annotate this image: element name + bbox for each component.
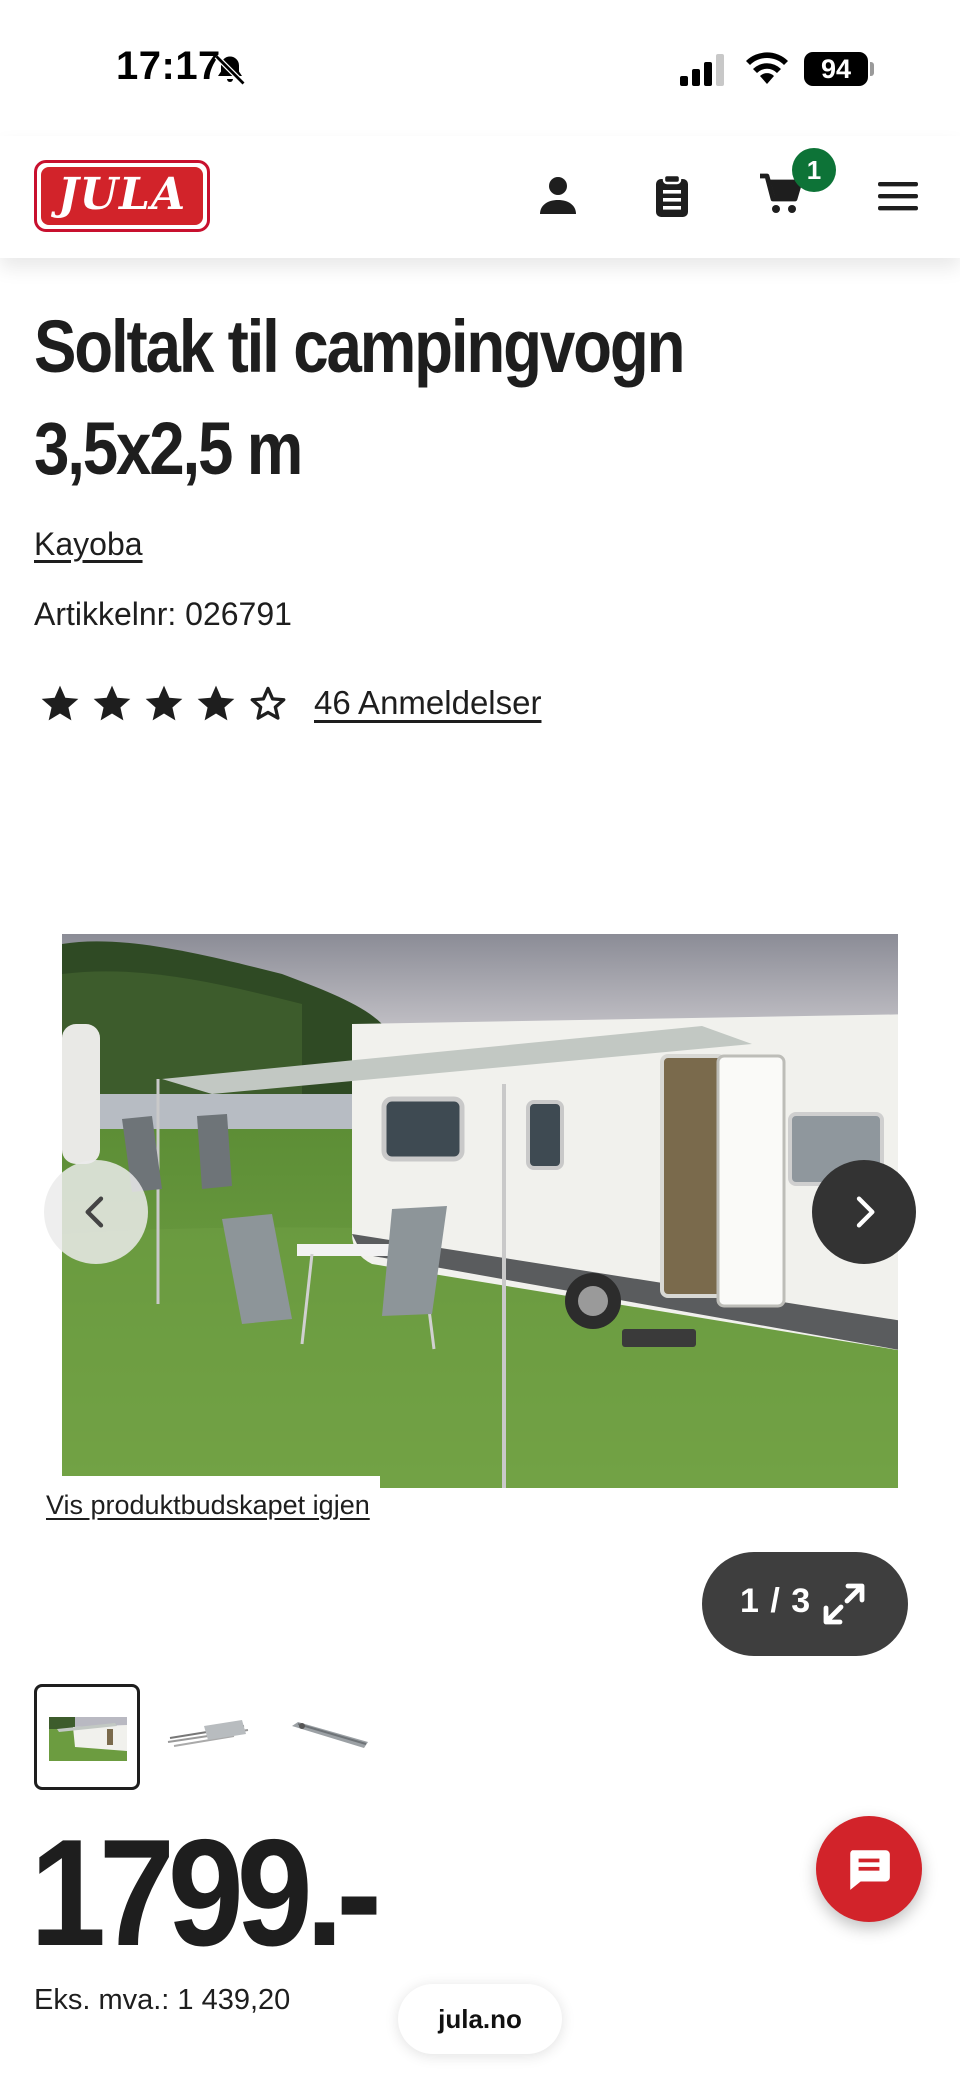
status-time: 17:17 [116,44,221,88]
star-filled-icon [145,685,183,721]
price-ex-vat: Eks. mva.: 1 439,20 [34,1984,290,2017]
thumbnail-caravan-image [49,1717,127,1761]
thumbnail-1[interactable] [34,1684,140,1790]
star-rating[interactable] [38,680,298,728]
star-filled-icon [93,685,131,721]
star-filled-icon [197,685,235,721]
restore-product-message-link[interactable]: Vis produktbudskapet igjen [36,1476,380,1529]
wifi-icon [746,52,788,84]
brand-link[interactable]: Kayoba [34,526,143,563]
price: 1799.- [30,1808,382,1978]
jula-logo[interactable]: JULA [34,160,210,232]
gallery-counter-button[interactable]: 1 / 3 [702,1552,908,1656]
bell-slash-icon [214,54,246,86]
thumbnail-3[interactable] [282,1684,388,1790]
price-ex-vat-label: Eks. mva.: [34,1984,170,2016]
battery-tip [870,62,874,76]
product-image[interactable] [62,934,898,1488]
caravan-awning-photo [62,934,898,1488]
browser-url-pill[interactable]: jula.no [398,1984,562,2054]
gallery-next-button[interactable] [812,1160,916,1264]
reviews-link[interactable]: 46 Anmeldelser [314,684,541,722]
star-filled-icon [41,685,79,721]
article-number: Artikkelnr: 026791 [34,596,292,633]
product-title-line2: 3,5x2,5 m [34,407,303,490]
cart-count-badge: 1 [792,148,836,192]
article-number-value: 026791 [185,596,292,632]
product-title-line1: Soltak til campingvogn [34,305,685,388]
price-ex-vat-value: 1 439,20 [177,1984,291,2016]
gallery-prev-button[interactable] [44,1160,148,1264]
logo-text: JULA [41,167,203,225]
account-icon[interactable] [534,172,582,220]
gallery-counter: 1 / 3 [740,1582,812,1620]
status-bar: 17:17 94 [0,0,960,136]
thumbnail-2[interactable] [158,1684,264,1790]
expand-icon [823,1583,865,1625]
chat-button[interactable] [816,1816,922,1922]
thumbnail-poles-image [167,1720,249,1747]
site-header: JULA 1 [0,136,960,258]
cellular-signal-icon [680,54,724,86]
star-outline-icon [250,686,286,720]
chevron-right-icon [856,1196,875,1228]
product-title: Soltak til campingvogn 3,5x2,5 m [34,296,791,500]
chat-icon [850,1850,890,1890]
hamburger-menu-icon[interactable] [874,172,922,220]
clipboard-list-icon[interactable] [648,172,696,220]
thumbnail-bag-image [292,1722,368,1748]
article-number-label: Artikkelnr: [34,596,177,632]
chevron-left-icon [85,1196,104,1228]
battery-indicator: 94 [804,52,868,86]
